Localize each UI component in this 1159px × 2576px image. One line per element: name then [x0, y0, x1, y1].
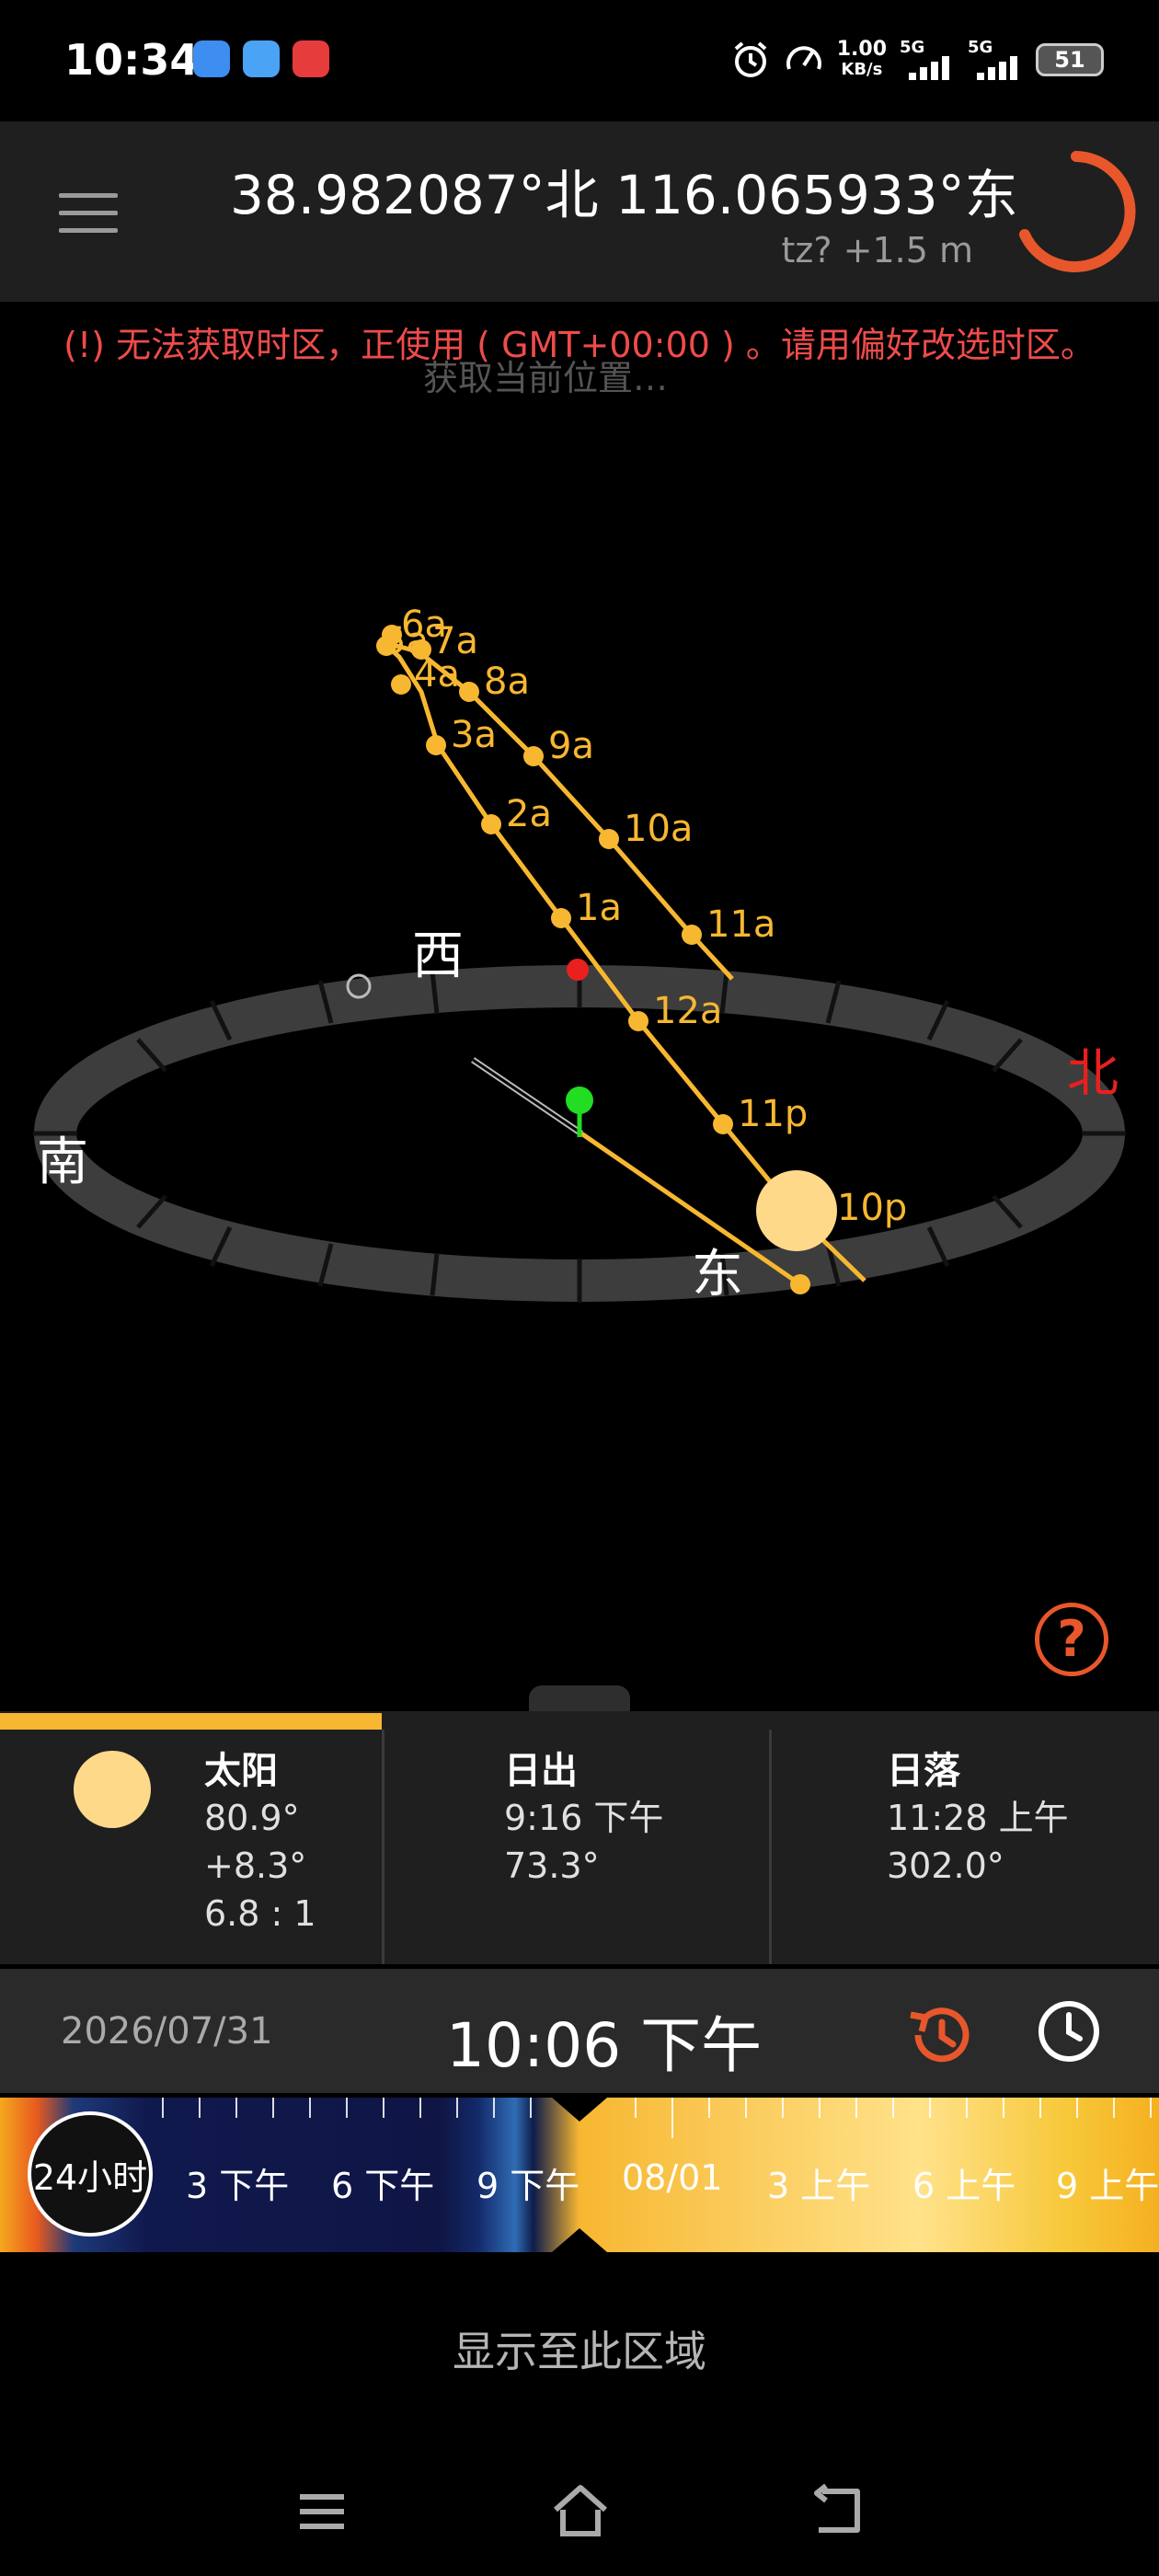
sunset-azimuth: 302.0°	[887, 1846, 1004, 1886]
history-icon[interactable]	[903, 1998, 977, 2072]
sunrise-time: 9:16 下午	[504, 1798, 664, 1838]
compass-south: 南	[37, 1133, 88, 1192]
sunrise-info[interactable]: 日出 9:16 下午 73.3°	[504, 1741, 663, 1890]
timezone-warning[interactable]: (!) 无法获取时区，正使用 ( GMT+00:00 ) 。请用偏好改选时区。	[46, 322, 1113, 368]
sunrise-title: 日出	[504, 1750, 578, 1792]
net-speed-unit: KB/s	[841, 60, 883, 79]
timeline-current-marker	[552, 2098, 607, 2122]
app-notification-icon	[193, 40, 230, 77]
sunset-info[interactable]: 日落 11:28 上午 302.0°	[887, 1741, 1069, 1890]
clock-icon[interactable]	[1036, 1998, 1102, 2064]
timeline-label: 9 下午	[476, 2166, 580, 2206]
divider	[382, 1730, 384, 1964]
app-notification-icon	[293, 40, 329, 77]
timeline-label: 3 上午	[767, 2166, 871, 2206]
alarm-icon	[734, 41, 767, 77]
sun-elevation: +8.3°	[204, 1846, 307, 1886]
coordinates[interactable]: 38.982087°北 116.065933°东	[230, 152, 1018, 229]
menu-nav-icon[interactable]	[294, 2484, 350, 2539]
home-icon[interactable]	[550, 2480, 611, 2541]
time-display[interactable]: 10:06 下午	[446, 1996, 762, 2085]
timeline-label: 9 上午	[1056, 2166, 1159, 2206]
timezone-altitude: tz? +1.5 m	[781, 230, 973, 270]
hour-label: 1a	[576, 887, 622, 929]
hour-label: 8a	[484, 661, 530, 703]
help-icon[interactable]: ?	[1035, 1603, 1108, 1676]
sun-azimuth: 80.9°	[204, 1798, 300, 1838]
sim2-network: 5G	[968, 38, 993, 57]
sim1-network: 5G	[900, 38, 925, 57]
timeline-label: 08/01	[622, 2157, 723, 2198]
timeline-mode-button[interactable]: 24小时	[28, 2111, 153, 2237]
hour-label: 9a	[548, 725, 594, 767]
hour-label: 11a	[706, 903, 775, 946]
timeline-current-marker	[552, 2228, 607, 2252]
sunrise-azimuth: 73.3°	[504, 1846, 600, 1886]
status-indicators: 1.00 KB/s 5G 5G 51	[730, 37, 1104, 83]
compass-west: 西	[412, 926, 464, 986]
battery-icon: 51	[1036, 43, 1104, 76]
timeline-label: 6 上午	[912, 2166, 1016, 2206]
observer-pin-icon	[566, 1087, 593, 1114]
back-icon[interactable]	[809, 2482, 866, 2539]
sun-path-view[interactable]: 6a 5a 7a 4a 8a 3a 9a 2a 10a 1a 11a 12a 1…	[0, 478, 1159, 1601]
hour-label: 2a	[506, 793, 552, 835]
show-region-button[interactable]: 显示至此区域	[0, 2318, 1159, 2379]
timeline-label: 3 下午	[186, 2166, 290, 2206]
hour-label: 4a	[414, 653, 460, 696]
noon-marker	[567, 959, 589, 981]
compass-east: 东	[692, 1245, 743, 1305]
hour-label: 10p	[837, 1187, 907, 1229]
panel-drag-handle[interactable]	[529, 1685, 630, 1711]
menu-icon[interactable]	[59, 193, 118, 236]
sun-title: 太阳	[204, 1750, 278, 1792]
sun-icon	[74, 1751, 151, 1828]
active-tab-indicator	[0, 1713, 382, 1730]
hour-label: 3a	[451, 714, 497, 756]
divider	[769, 1730, 772, 1964]
net-speed-value: 1.00	[836, 38, 887, 61]
hour-label: 11p	[738, 1093, 808, 1135]
sun-info[interactable]: 太阳 80.9° +8.3° 6.8 : 1	[204, 1741, 316, 1938]
system-nav-bar	[0, 2466, 1159, 2576]
sunset-title: 日落	[887, 1750, 960, 1792]
app-notification-icon	[243, 40, 280, 77]
battery-level: 51	[1054, 47, 1085, 73]
hour-label: 10a	[624, 808, 693, 850]
signal-icon	[909, 56, 949, 80]
sun-shadow-ratio: 6.8 : 1	[204, 1893, 316, 1934]
status-time: 10:34	[64, 35, 200, 85]
speedometer-icon	[786, 46, 821, 70]
date-display[interactable]: 2026/07/31	[61, 2010, 273, 2053]
hour-label: 12a	[653, 990, 722, 1032]
timeline-label: 6 下午	[331, 2166, 435, 2206]
sunset-time: 11:28 上午	[887, 1798, 1069, 1838]
compass-north: 北	[1067, 1044, 1119, 1104]
current-sun-marker[interactable]	[756, 1170, 837, 1251]
loading-spinner-icon	[1019, 151, 1136, 272]
signal-icon	[977, 56, 1017, 80]
